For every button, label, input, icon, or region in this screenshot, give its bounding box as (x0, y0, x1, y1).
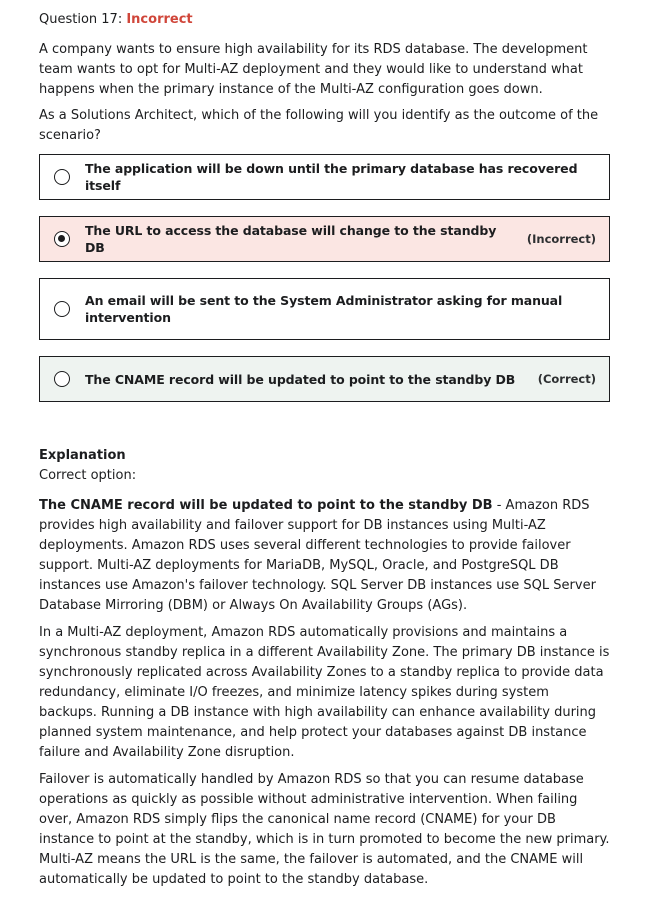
answer-option-2[interactable]: The URL to access the database will chan… (39, 216, 610, 262)
explanation-section: Explanation Correct option: The CNAME re… (39, 446, 610, 890)
explanation-paragraph-1-text: - Amazon RDS provides high availability … (39, 498, 596, 613)
answer-option-1[interactable]: The application will be down until the p… (39, 154, 610, 200)
correct-option-name: The CNAME record will be updated to poin… (39, 498, 493, 513)
radio-button[interactable] (54, 371, 70, 387)
question-prompt: As a Solutions Architect, which of the f… (39, 108, 599, 143)
answer-options: The application will be down until the p… (39, 154, 610, 402)
question-panel: Question 17: Incorrect A company wants t… (39, 10, 610, 897)
radio-button-selected[interactable] (54, 231, 70, 247)
answer-label: The application will be down until the p… (85, 161, 578, 193)
answer-label: The CNAME record will be updated to poin… (85, 371, 516, 387)
answer-option-3[interactable]: An email will be sent to the System Admi… (39, 278, 610, 340)
radio-button[interactable] (54, 169, 70, 185)
explanation-subtitle: Correct option: (39, 468, 137, 483)
question-header: Question 17: Incorrect (39, 10, 610, 30)
explanation-paragraph-1: The CNAME record will be updated to poin… (39, 496, 610, 616)
result-status: Incorrect (126, 12, 193, 27)
explanation-paragraph-2: In a Multi-AZ deployment, Amazon RDS aut… (39, 625, 610, 760)
correct-tag: (Correct) (537, 372, 596, 386)
answer-label: An email will be sent to the System Admi… (85, 293, 563, 325)
incorrect-tag: (Incorrect) (526, 232, 596, 246)
question-number: Question 17: (39, 12, 123, 27)
explanation-paragraph-3: Failover is automatically handled by Ama… (39, 772, 610, 887)
explanation-title: Explanation (39, 448, 126, 463)
answer-label: The URL to access the database will chan… (85, 223, 497, 255)
answer-option-4[interactable]: The CNAME record will be updated to poin… (39, 356, 610, 402)
question-text: A company wants to ensure high availabil… (39, 42, 588, 97)
radio-button[interactable] (54, 301, 70, 317)
